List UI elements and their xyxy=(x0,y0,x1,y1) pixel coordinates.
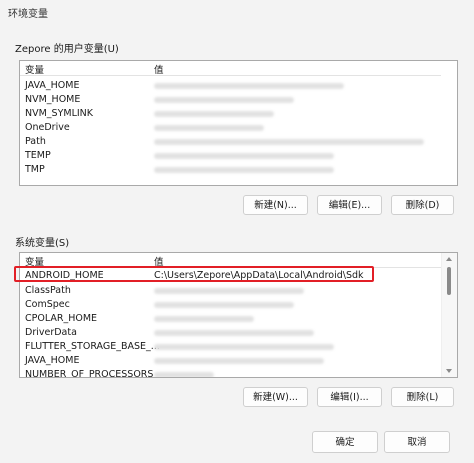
system-vars-label: 系统变量(S) xyxy=(15,238,70,249)
blurred-value xyxy=(154,153,334,159)
blurred-value xyxy=(154,125,264,131)
variable-name: TEMP xyxy=(25,150,51,161)
user-vars-list[interactable]: 变量 值 JAVA_HOME NVM_HOME NVM_SYMLINK OneD… xyxy=(19,60,458,186)
cancel-button[interactable]: 取消 xyxy=(384,431,450,453)
blurred-value xyxy=(154,302,294,308)
column-header-variable[interactable]: 变量 xyxy=(25,62,44,76)
variable-name: JAVA_HOME xyxy=(25,355,80,366)
system-new-button[interactable]: 新建(W)... xyxy=(243,387,308,407)
blurred-value xyxy=(154,111,274,117)
column-header-value[interactable]: 值 xyxy=(154,62,164,76)
user-vars-label: Zepore 的用户变量(U) xyxy=(15,44,119,55)
variable-name: NUMBER_OF_PROCESSORS xyxy=(25,369,154,378)
ok-button[interactable]: 确定 xyxy=(312,431,378,453)
blurred-value xyxy=(154,167,334,173)
blurred-value xyxy=(154,139,424,145)
blurred-value xyxy=(154,97,294,103)
window-title: 环境变量 xyxy=(8,9,48,20)
variable-name: NVM_HOME xyxy=(25,94,81,105)
variable-name: CPOLAR_HOME xyxy=(25,313,98,324)
scroll-down-arrow-icon[interactable] xyxy=(446,369,452,373)
table-row[interactable]: NVM_SYMLINK xyxy=(20,107,441,121)
variable-name: JAVA_HOME xyxy=(25,80,80,91)
blurred-value xyxy=(154,83,344,89)
blurred-value xyxy=(154,358,324,364)
blurred-value xyxy=(154,372,214,377)
table-row[interactable]: OneDrive xyxy=(20,121,441,135)
scroll-up-arrow-icon[interactable] xyxy=(446,257,452,261)
title-bar: 环境变量 xyxy=(0,0,474,22)
user-delete-button[interactable]: 删除(D) xyxy=(391,195,454,215)
blurred-value xyxy=(154,344,334,350)
scroll-thumb[interactable] xyxy=(447,267,451,295)
table-row[interactable]: NUMBER_OF_PROCESSORS xyxy=(20,368,441,378)
variable-name: DriverData xyxy=(25,327,77,338)
table-row[interactable]: CPOLAR_HOME xyxy=(20,312,441,326)
highlight-box xyxy=(14,266,374,282)
variable-name: NVM_SYMLINK xyxy=(25,108,94,119)
variable-name: FLUTTER_STORAGE_BASE_... xyxy=(25,341,160,352)
system-vars-scrollbar[interactable] xyxy=(441,253,457,377)
variable-name: ClassPath xyxy=(25,285,71,296)
variable-name: TMP xyxy=(25,164,45,175)
table-row[interactable]: JAVA_HOME xyxy=(20,79,441,93)
variable-name: OneDrive xyxy=(25,122,70,133)
table-row[interactable]: NVM_HOME xyxy=(20,93,441,107)
table-row[interactable]: ComSpec xyxy=(20,298,441,312)
table-row[interactable]: TEMP xyxy=(20,149,441,163)
variable-name: Path xyxy=(25,136,46,147)
table-row[interactable]: Path xyxy=(20,135,441,149)
variable-name: ComSpec xyxy=(25,299,70,310)
user-new-button[interactable]: 新建(N)... xyxy=(243,195,308,215)
system-delete-button[interactable]: 删除(L) xyxy=(391,387,454,407)
table-row[interactable]: FLUTTER_STORAGE_BASE_... xyxy=(20,340,441,354)
system-edit-button[interactable]: 编辑(I)... xyxy=(317,387,382,407)
user-vars-header: 变量 值 xyxy=(20,61,441,76)
blurred-value xyxy=(154,330,314,336)
table-row[interactable]: TMP xyxy=(20,163,441,177)
table-row[interactable]: JAVA_HOME xyxy=(20,354,441,368)
blurred-value xyxy=(154,316,254,322)
table-row[interactable]: ClassPath xyxy=(20,284,441,298)
user-edit-button[interactable]: 编辑(E)... xyxy=(317,195,382,215)
table-row[interactable]: DriverData xyxy=(20,326,441,340)
blurred-value xyxy=(154,288,304,294)
